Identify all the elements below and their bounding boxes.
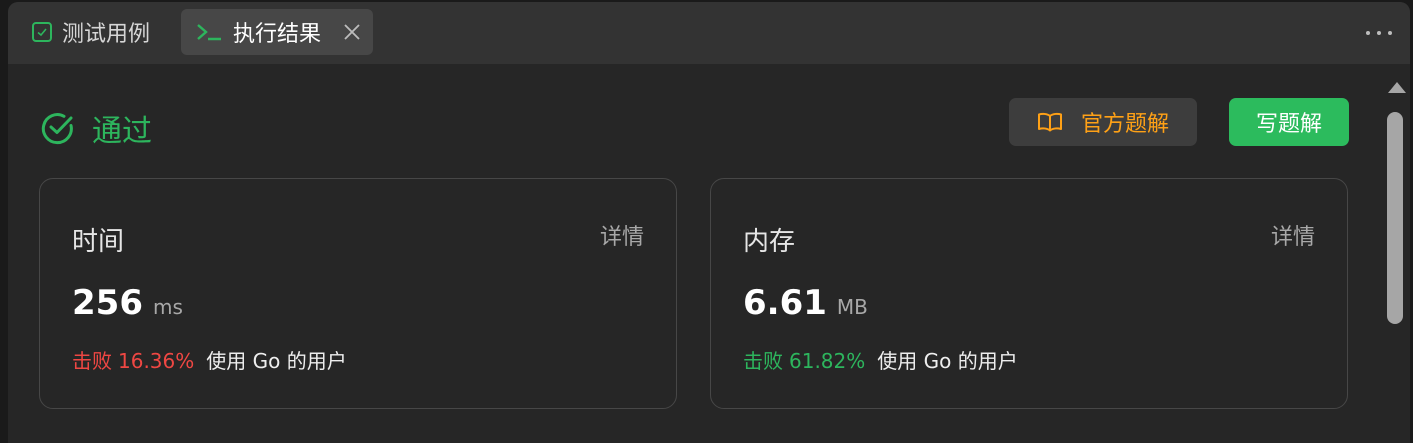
checkbox-icon <box>32 22 52 42</box>
close-icon[interactable] <box>343 23 361 41</box>
tab-test-cases-label: 测试用例 <box>62 22 151 47</box>
runtime-title: 时间 <box>72 227 125 257</box>
tab-test-cases[interactable]: 测试用例 <box>24 9 160 55</box>
runtime-value: 256 ms <box>72 283 183 323</box>
terminal-icon <box>197 24 221 41</box>
check-circle-icon <box>41 113 73 145</box>
scroll-up-arrow-icon[interactable] <box>1388 82 1406 93</box>
result-panel: 测试用例 执行结果 通过 官方题解 写题解 时间 详情 256 ms 击败 16… <box>8 2 1410 443</box>
tab-bar: 测试用例 执行结果 <box>8 2 1410 64</box>
runtime-beat: 击败 16.36% 使用 Go 的用户 <box>72 345 347 374</box>
runtime-beat-label: 击败 <box>72 349 112 373</box>
tab-execution-result[interactable]: 执行结果 <box>181 9 373 55</box>
vertical-scrollbar[interactable] <box>1380 64 1410 443</box>
result-content: 通过 官方题解 写题解 时间 详情 256 ms 击败 16.36% 使用 Go… <box>8 64 1380 443</box>
memory-value: 6.61 MB <box>743 283 868 323</box>
memory-beat-percent: 61.82% <box>789 349 866 373</box>
more-options-icon[interactable] <box>1366 23 1392 43</box>
memory-unit: MB <box>836 295 868 319</box>
memory-title: 内存 <box>743 227 796 257</box>
runtime-unit: ms <box>152 295 183 319</box>
status-text: 通过 <box>92 114 152 149</box>
memory-detail-link[interactable]: 详情 <box>1271 219 1315 251</box>
official-solution-button[interactable]: 官方题解 <box>1009 98 1197 146</box>
memory-card: 内存 详情 6.61 MB 击败 61.82% 使用 Go 的用户 <box>710 178 1348 409</box>
memory-number: 6.61 <box>743 283 827 323</box>
write-solution-label: 写题解 <box>1255 112 1322 137</box>
memory-beat: 击败 61.82% 使用 Go 的用户 <box>743 345 1018 374</box>
write-solution-button[interactable]: 写题解 <box>1229 98 1349 146</box>
memory-users-text: 使用 Go 的用户 <box>877 349 1018 373</box>
book-icon <box>1037 112 1062 132</box>
memory-beat-label: 击败 <box>743 349 783 373</box>
scrollbar-thumb[interactable] <box>1387 112 1403 324</box>
runtime-card: 时间 详情 256 ms 击败 16.36% 使用 Go 的用户 <box>39 178 677 409</box>
tab-execution-result-label: 执行结果 <box>233 22 322 47</box>
runtime-number: 256 <box>72 283 143 323</box>
official-solution-label: 官方题解 <box>1080 112 1169 137</box>
runtime-beat-percent: 16.36% <box>118 349 195 373</box>
runtime-detail-link[interactable]: 详情 <box>600 219 644 251</box>
status-indicator: 通过 <box>40 106 152 150</box>
runtime-users-text: 使用 Go 的用户 <box>206 349 347 373</box>
